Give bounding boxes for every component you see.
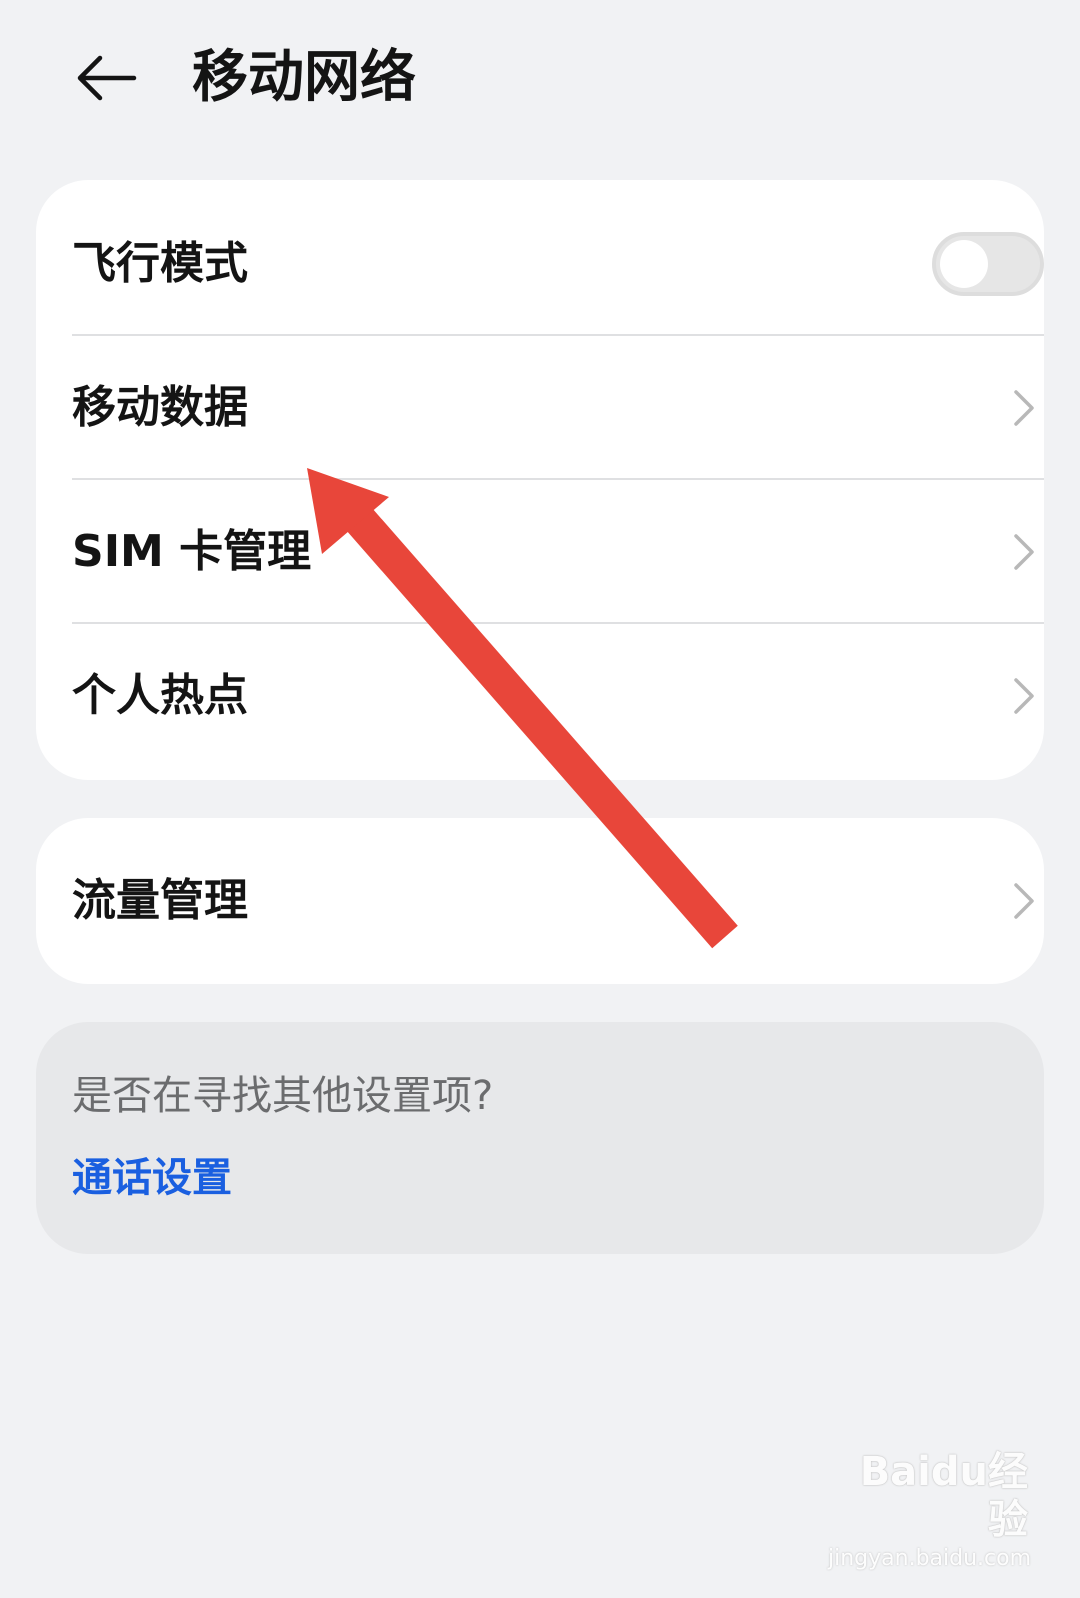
traffic-management-label: 流量管理 [72,875,248,926]
call-settings-link[interactable]: 通话设置 [72,1150,232,1206]
mobile-data-label: 移动数据 [72,382,248,433]
personal-hotspot-label: 个人热点 [72,670,248,721]
suggestion-question: 是否在寻找其他设置项? [72,1073,494,1119]
chevron-right-icon [1004,666,1044,726]
sim-management-label: SIM 卡管理 [72,526,312,577]
airplane-mode-label: 飞行模式 [72,238,248,289]
watermark-logo: Baidu经验 [859,1449,1028,1543]
traffic-management-card: 流量管理 [36,818,1044,984]
toggle-knob [940,240,988,288]
chevron-right-icon [1004,522,1044,582]
arrow-left-icon [77,55,137,101]
chevron-right-icon [1004,871,1044,931]
airplane-mode-row[interactable]: 飞行模式 [72,192,1044,336]
back-button[interactable] [66,38,146,118]
traffic-management-row[interactable]: 流量管理 [72,829,1044,973]
personal-hotspot-row[interactable]: 个人热点 [72,624,1044,768]
mobile-data-row[interactable]: 移动数据 [72,336,1044,480]
watermark-url: jingyan.baidu.com [828,1546,1032,1571]
chevron-right-icon [1004,378,1044,438]
header: 移动网络 [0,0,1080,160]
network-settings-card: 飞行模式 移动数据 SIM 卡管理 个人热点 [36,180,1044,780]
suggestion-card: 是否在寻找其他设置项? 通话设置 [36,1022,1044,1254]
page-title: 移动网络 [192,45,416,110]
sim-management-row[interactable]: SIM 卡管理 [72,480,1044,624]
watermark: Baidu经验 jingyan.baidu.com [828,1448,1031,1571]
airplane-mode-toggle[interactable] [932,232,1044,296]
